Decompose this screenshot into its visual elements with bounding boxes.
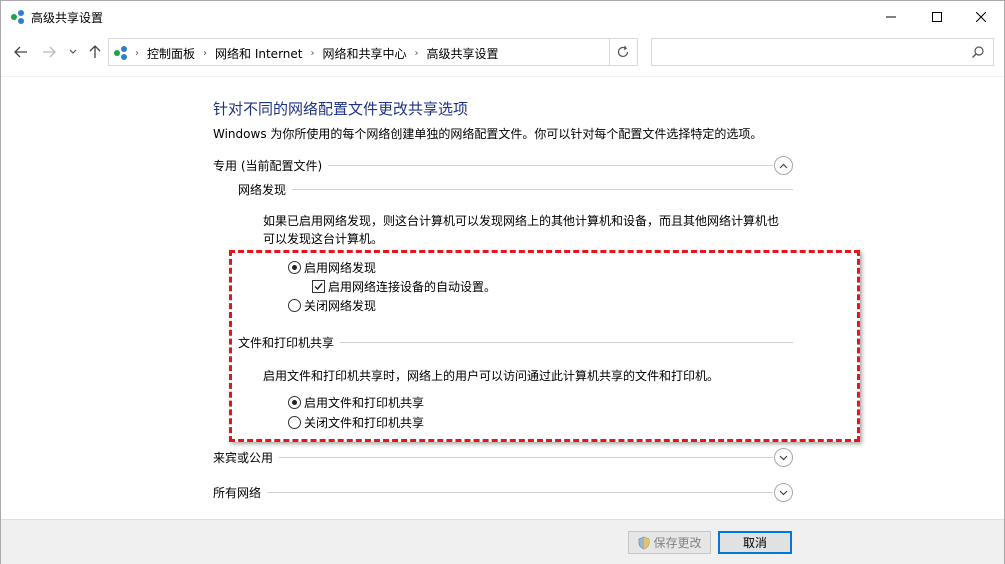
file-printer-sharing-header: 文件和打印机共享 xyxy=(238,333,793,351)
divider xyxy=(267,491,773,493)
search-icon[interactable] xyxy=(971,45,985,59)
option-label[interactable]: 启用网络连接设备的自动设置。 xyxy=(328,278,496,295)
page-description: Windows 为你所使用的每个网络创建单独的网络配置文件。你可以针对每个配置文… xyxy=(213,127,763,141)
option-label[interactable]: 启用网络发现 xyxy=(304,259,376,276)
advanced-sharing-window: 高级共享设置 › 控制面板 › 网络和 Internet › 网络和共享中心 ›… xyxy=(0,0,1005,564)
forward-button[interactable] xyxy=(41,44,57,60)
minimize-icon xyxy=(886,16,896,17)
divider xyxy=(292,188,793,190)
save-label: 保存更改 xyxy=(653,536,702,550)
file-printer-sharing-description: 启用文件和打印机共享时，网络上的用户可以访问通过此计算机共享的文件和打印机。 xyxy=(263,369,720,383)
option-label[interactable]: 启用文件和打印机共享 xyxy=(304,394,424,411)
refresh-button[interactable] xyxy=(613,44,633,60)
forward-arrow-icon xyxy=(43,46,56,58)
close-icon xyxy=(976,11,986,22)
breadcrumb-advanced-sharing[interactable]: 高级共享设置 xyxy=(427,45,499,62)
breadcrumb-separator-icon[interactable]: › xyxy=(415,48,419,59)
description-line: 如果已启用网络发现，则这台计算机可以发现网络上的其他计算机和设备，而且其他网络计… xyxy=(263,214,780,228)
network-discovery-on-radio[interactable]: 启用网络发现 xyxy=(288,259,376,276)
maximize-button[interactable] xyxy=(914,1,960,32)
chevron-down-icon xyxy=(779,455,788,460)
profile-all-networks-label: 所有网络 xyxy=(213,485,262,500)
up-button[interactable] xyxy=(87,44,103,60)
window-title: 高级共享设置 xyxy=(31,11,104,25)
chevron-down-icon xyxy=(779,490,788,495)
up-arrow-icon xyxy=(89,45,101,58)
file-sharing-off-radio[interactable]: 关闭文件和打印机共享 xyxy=(288,414,424,431)
profile-private-header[interactable]: 专用 (当前配置文件) xyxy=(213,155,773,175)
footer-bar: 保存更改 取消 xyxy=(1,519,1004,564)
navigation-bar: › 控制面板 › 网络和 Internet › 网络和共享中心 › 高级共享设置 xyxy=(1,34,1004,70)
collapse-private-button[interactable] xyxy=(774,156,793,175)
divider xyxy=(340,341,793,343)
address-divider xyxy=(609,39,610,65)
breadcrumb-network-sharing-center[interactable]: 网络和共享中心 xyxy=(322,45,406,62)
breadcrumb-separator-icon[interactable]: › xyxy=(310,48,314,59)
profile-guest-public-header[interactable]: 来宾或公用 xyxy=(213,447,773,467)
minimize-button[interactable] xyxy=(868,1,914,32)
back-button[interactable] xyxy=(13,44,29,60)
refresh-icon xyxy=(617,45,629,58)
profile-all-networks-header[interactable]: 所有网络 xyxy=(213,482,773,502)
option-label[interactable]: 关闭文件和打印机共享 xyxy=(304,414,424,431)
option-label[interactable]: 关闭网络发现 xyxy=(304,297,376,314)
breadcrumb-separator-icon[interactable]: › xyxy=(135,48,139,59)
expand-guest-public-button[interactable] xyxy=(774,448,793,467)
divider xyxy=(279,456,773,458)
network-discovery-off-radio[interactable]: 关闭网络发现 xyxy=(288,297,376,314)
uac-shield-icon xyxy=(637,536,651,550)
radio-unchecked-icon[interactable] xyxy=(288,299,301,312)
auto-setup-checkbox[interactable]: 启用网络连接设备的自动设置。 xyxy=(312,278,496,295)
network-discovery-title: 网络发现 xyxy=(238,182,287,197)
recent-locations-button[interactable] xyxy=(65,44,81,60)
file-sharing-on-radio[interactable]: 启用文件和打印机共享 xyxy=(288,394,424,411)
save-changes-button[interactable]: 保存更改 xyxy=(628,531,711,554)
cancel-button[interactable]: 取消 xyxy=(718,531,792,554)
breadcrumb: › 控制面板 › 网络和 Internet › 网络和共享中心 › 高级共享设置 xyxy=(135,45,499,62)
profile-guest-public-label: 来宾或公用 xyxy=(213,450,274,465)
network-icon xyxy=(113,45,129,61)
page-title: 针对不同的网络配置文件更改共享选项 xyxy=(213,100,469,118)
description-line: 可以发现这台计算机。 xyxy=(263,232,384,246)
profile-private-label: 专用 (当前配置文件) xyxy=(213,158,323,173)
divider xyxy=(1,76,1004,77)
chevron-down-icon xyxy=(69,49,77,54)
close-button[interactable] xyxy=(958,1,1004,32)
chevron-up-icon xyxy=(779,163,788,168)
title-bar: 高级共享设置 xyxy=(1,1,1004,32)
back-arrow-icon xyxy=(14,46,27,58)
search-input[interactable] xyxy=(651,38,994,66)
network-icon xyxy=(10,9,26,25)
address-bar[interactable]: › 控制面板 › 网络和 Internet › 网络和共享中心 › 高级共享设置 xyxy=(108,38,638,66)
file-printer-sharing-title: 文件和打印机共享 xyxy=(238,335,335,350)
maximize-icon xyxy=(932,11,942,22)
divider xyxy=(328,164,773,166)
breadcrumb-network-internet[interactable]: 网络和 Internet xyxy=(215,45,302,62)
radio-unchecked-icon[interactable] xyxy=(288,416,301,429)
network-discovery-header: 网络发现 xyxy=(238,180,793,198)
breadcrumb-separator-icon[interactable]: › xyxy=(203,48,207,59)
breadcrumb-control-panel[interactable]: 控制面板 xyxy=(147,45,195,62)
radio-checked-icon[interactable] xyxy=(288,261,301,274)
expand-all-networks-button[interactable] xyxy=(774,483,793,502)
checkbox-checked-icon[interactable] xyxy=(312,280,325,293)
radio-checked-icon[interactable] xyxy=(288,396,301,409)
network-discovery-description: 如果已启用网络发现，则这台计算机可以发现网络上的其他计算机和设备，而且其他网络计… xyxy=(263,212,803,248)
